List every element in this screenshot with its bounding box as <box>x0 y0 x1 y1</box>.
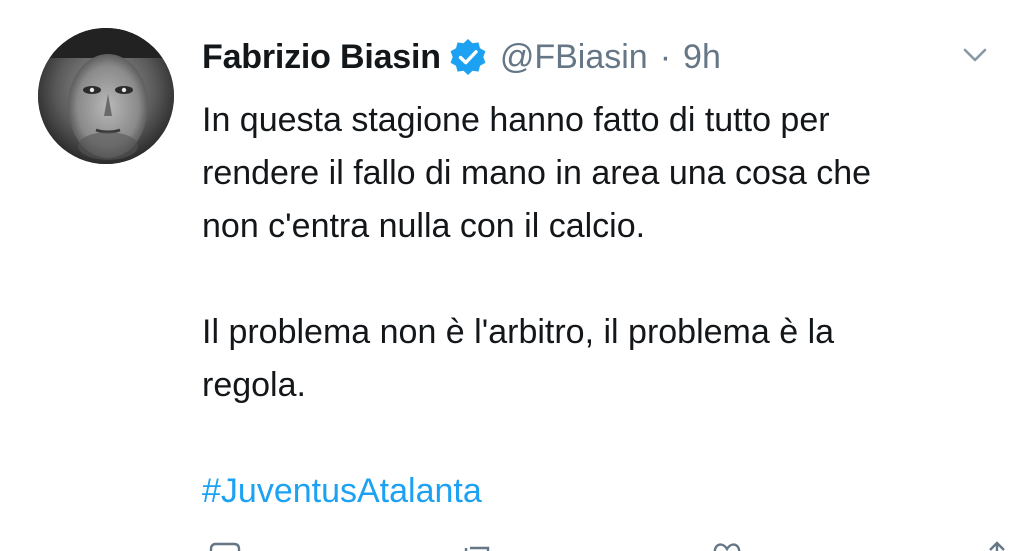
verified-badge-icon <box>448 37 488 77</box>
tweet-actions <box>0 540 1024 551</box>
tweet-card[interactable]: Fabrizio Biasin @FBiasin · 9h In questa … <box>0 0 1024 551</box>
share-icon[interactable] <box>980 540 1014 551</box>
hashtag-link[interactable]: #JuventusAtalanta <box>202 472 482 510</box>
tweet-text-line: rendere il fallo di mano in area una cos… <box>202 154 872 192</box>
chevron-down-icon[interactable] <box>962 42 988 68</box>
retweet-icon[interactable] <box>460 540 494 551</box>
tweet-text-line: regola. <box>202 366 306 404</box>
tweet-header: Fabrizio Biasin @FBiasin · 9h <box>202 32 721 82</box>
user-photo-icon <box>38 28 174 164</box>
tweet-timestamp[interactable]: 9h <box>683 38 721 77</box>
tweet-body: In questa stagione hanno fatto di tutto … <box>202 94 1002 518</box>
avatar[interactable] <box>38 28 174 164</box>
like-icon[interactable] <box>710 540 744 551</box>
user-handle[interactable]: @FBiasin <box>500 38 648 77</box>
separator-dot: · <box>659 37 672 76</box>
display-name[interactable]: Fabrizio Biasin <box>202 38 441 77</box>
tweet-text-line: Il problema non è l'arbitro, il problema… <box>202 313 835 351</box>
tweet-text-line: In questa stagione hanno fatto di tutto … <box>202 101 830 139</box>
tweet-text-line: non c'entra nulla con il calcio. <box>202 207 646 245</box>
reply-icon[interactable] <box>208 540 242 551</box>
